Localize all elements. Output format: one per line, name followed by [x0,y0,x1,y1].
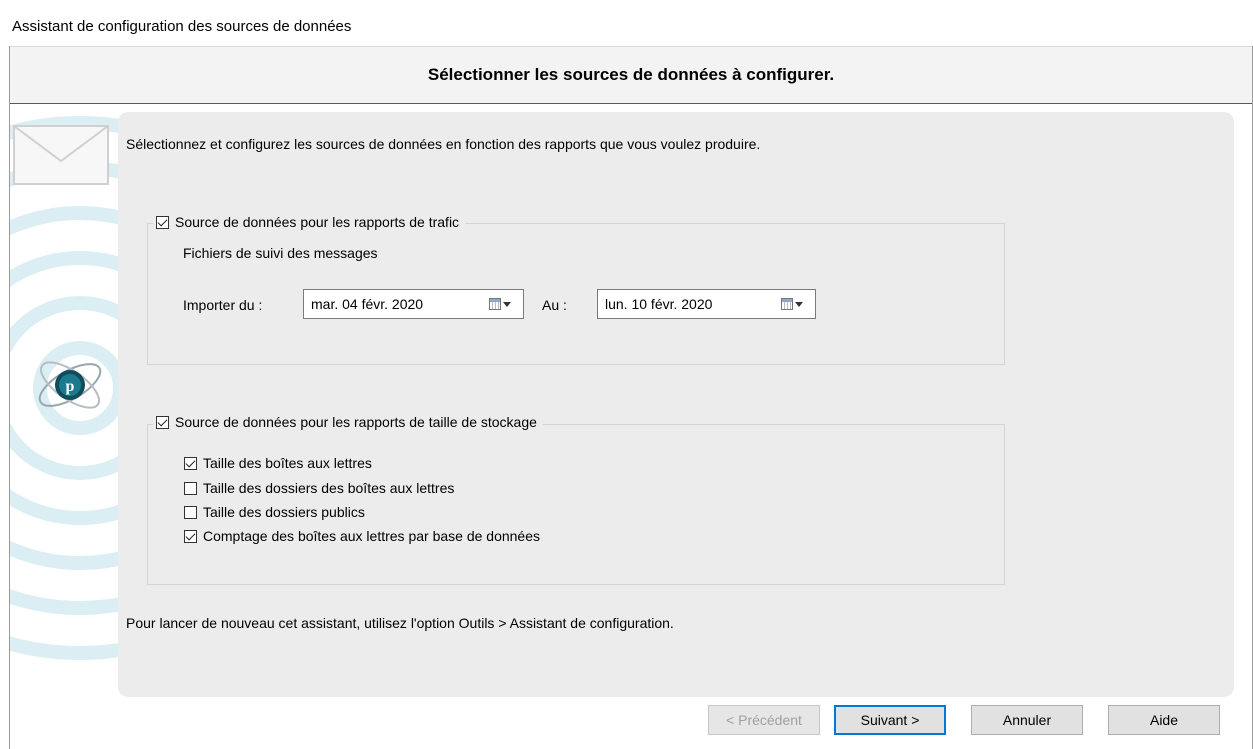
mailbox-folder-size-checkbox[interactable] [184,481,197,495]
public-folder-size-label: Taille des dossiers publics [203,504,365,520]
calendar-dropdown-button[interactable] [781,298,815,310]
traffic-checkbox-box[interactable] [156,215,169,229]
chevron-down-icon [795,301,803,307]
app-logo-icon: p [38,361,102,409]
import-from-date-value: mar. 04 févr. 2020 [311,296,424,312]
mailbox-size-label: Taille des boîtes aux lettres [203,455,372,471]
mailbox-size-option[interactable]: Taille des boîtes aux lettres [184,455,372,471]
calendar-icon [489,298,501,310]
mailbox-count-option[interactable]: Comptage des boîtes aux lettres par base… [184,528,540,544]
calendar-icon [781,298,793,310]
previous-button[interactable]: < Précédent [708,705,820,735]
svg-text:p: p [66,378,75,395]
import-to-date-picker[interactable]: lun. 10 févr. 2020 [597,289,816,319]
traffic-checkbox[interactable]: Source de données pour les rapports de t… [153,214,466,230]
traffic-checkbox-label: Source de données pour les rapports de t… [175,214,460,230]
mailbox-count-checkbox[interactable] [184,529,197,543]
mailbox-count-label: Comptage des boîtes aux lettres par base… [203,528,540,544]
import-from-date-picker[interactable]: mar. 04 févr. 2020 [303,289,524,319]
public-folder-size-checkbox[interactable] [184,505,197,519]
next-button[interactable]: Suivant > [834,705,946,735]
calendar-dropdown-button[interactable] [489,298,523,310]
cancel-button[interactable]: Annuler [971,705,1083,735]
public-folder-size-option[interactable]: Taille des dossiers publics [184,504,365,520]
page-title: Sélectionner les sources de données à co… [427,65,835,84]
content-panel [118,112,1234,697]
intro-text: Sélectionnez et configurez les sources d… [126,136,761,152]
to-label: Au : [542,297,567,313]
window-titlebar: Assistant de configuration des sources d… [0,0,1253,46]
chevron-down-icon [503,301,511,307]
import-to-date-value: lun. 10 févr. 2020 [605,296,713,312]
import-from-label: Importer du : [183,297,263,313]
wizard-header: Sélectionner les sources de données à co… [9,46,1253,104]
mailbox-folder-size-option[interactable]: Taille des dossiers des boîtes aux lettr… [184,480,454,496]
storage-checkbox-label: Source de données pour les rapports de t… [175,414,537,430]
storage-checkbox[interactable]: Source de données pour les rapports de t… [153,414,543,430]
storage-checkbox-box[interactable] [156,415,169,429]
traffic-source-label: Fichiers de suivi des messages [183,245,378,261]
window-title: Assistant de configuration des sources d… [12,18,352,35]
mailbox-size-checkbox[interactable] [184,456,197,470]
envelope-icon [13,125,109,185]
mailbox-folder-size-label: Taille des dossiers des boîtes aux lettr… [203,480,455,496]
help-button[interactable]: Aide [1108,705,1220,735]
footer-note: Pour lancer de nouveau cet assistant, ut… [126,615,674,631]
